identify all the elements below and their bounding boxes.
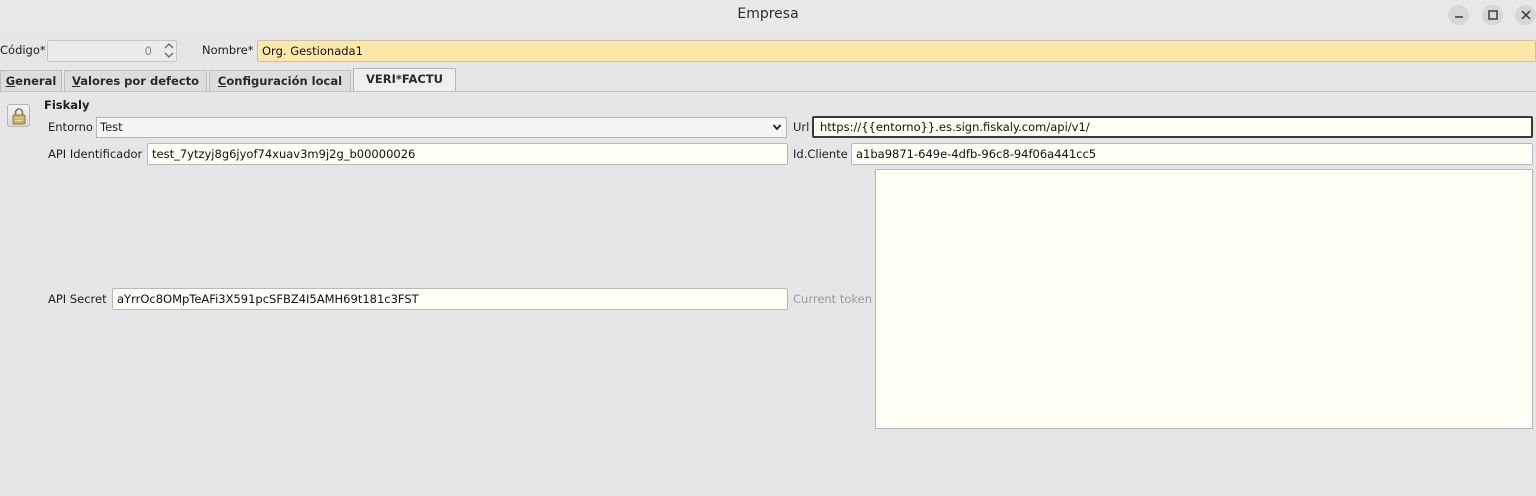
minimize-button[interactable] xyxy=(1448,5,1469,25)
tab-valores-por-defecto[interactable]: Valores por defecto xyxy=(64,70,207,91)
window-title: Empresa xyxy=(737,6,799,22)
nombre-label: Nombre* xyxy=(202,43,254,57)
tab-label: onfiguración local xyxy=(226,74,343,88)
api-secret-field[interactable]: aYrrOc8OMpTeAFi3X591pcSFBZ4I5AMH69t181c3… xyxy=(112,288,788,310)
tab-label: VERI*FACTU xyxy=(366,72,443,86)
tab-label: alores por defecto xyxy=(80,74,200,88)
entorno-label: Entorno xyxy=(48,120,93,134)
id-cliente-label: Id.Cliente xyxy=(793,147,848,161)
url-label: Url xyxy=(793,120,810,134)
lock-button[interactable] xyxy=(7,104,30,127)
tab-mnemonic: V xyxy=(71,74,81,88)
section-title: Fiskaly xyxy=(44,98,90,112)
api-secret-label: API Secret xyxy=(48,292,107,306)
maximize-icon xyxy=(1487,10,1498,20)
minimize-icon xyxy=(1454,16,1463,18)
nombre-field[interactable]: Org. Gestionada1 xyxy=(257,40,1536,62)
entorno-select[interactable]: Test xyxy=(96,117,787,138)
url-field[interactable]: https://{{entorno}}.es.sign.fiskaly.com/… xyxy=(812,116,1533,138)
api-identificador-field[interactable]: test_7ytzyj8g6jyof74xuav3m9j2g_b00000026 xyxy=(147,143,788,165)
lock-icon xyxy=(12,108,26,125)
tab-label: eneral xyxy=(15,74,57,88)
close-button[interactable] xyxy=(1515,5,1536,25)
codigo-spinner[interactable] xyxy=(163,40,177,62)
tab-mnemonic: G xyxy=(5,74,16,88)
codigo-label: Código* xyxy=(0,43,46,57)
entorno-selected-value: Test xyxy=(100,120,123,134)
close-icon xyxy=(1520,10,1531,20)
tab-configuracion-local[interactable]: Configuración local xyxy=(209,70,351,91)
api-identificador-label: API Identificador xyxy=(48,147,143,161)
spinner-arrows-icon xyxy=(164,43,174,58)
tab-general[interactable]: General xyxy=(0,70,62,91)
tab-verifactu[interactable]: VERI*FACTU xyxy=(353,68,456,92)
chevron-down-icon xyxy=(772,124,782,131)
current-token-label: Current token xyxy=(793,292,873,306)
tab-divider xyxy=(0,91,1536,92)
codigo-field[interactable]: 0 xyxy=(47,40,177,62)
current-token-textarea[interactable] xyxy=(875,169,1533,429)
id-cliente-field[interactable]: a1ba9871-649e-4dfb-96c8-94f06a441cc5 xyxy=(851,143,1533,165)
maximize-button[interactable] xyxy=(1482,5,1503,25)
